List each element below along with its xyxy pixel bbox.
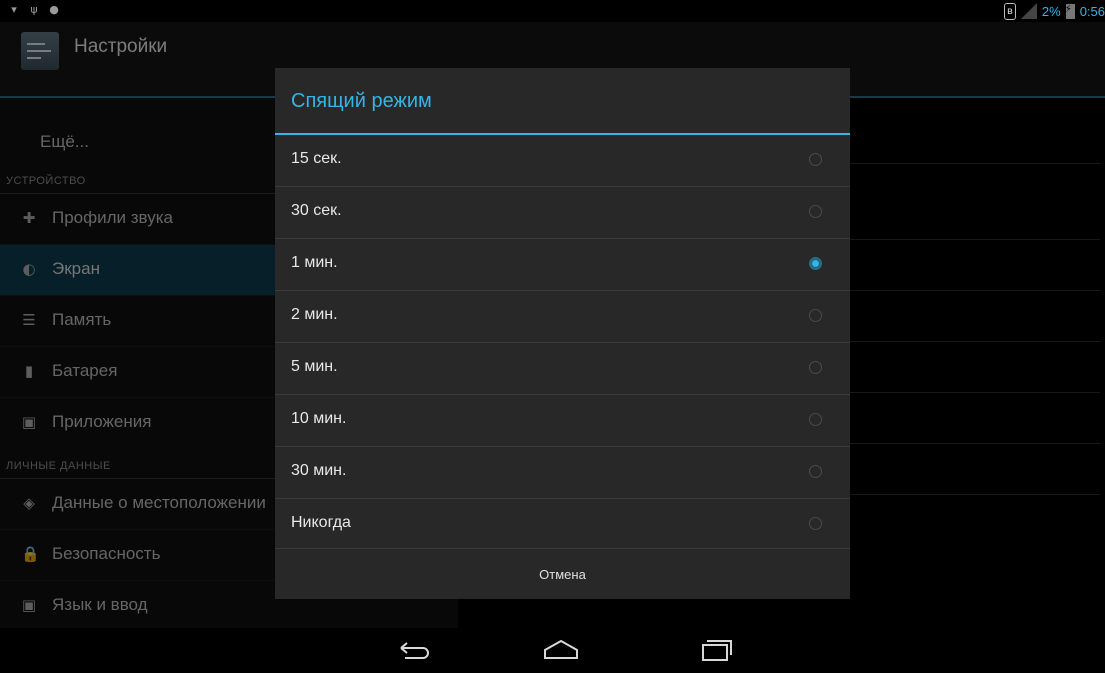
radio-button[interactable]: [809, 361, 822, 374]
dialog-title: Спящий режим: [291, 90, 432, 112]
sleep-option[interactable]: 1 мин.: [275, 239, 850, 291]
radio-button[interactable]: [809, 413, 822, 426]
sleep-option[interactable]: 30 мин.: [275, 447, 850, 499]
sleep-option[interactable]: Никогда: [275, 499, 850, 550]
bluetooth-icon: ʙ: [1003, 2, 1016, 20]
battery-charging-icon: [1065, 3, 1075, 19]
sleep-option[interactable]: 10 мин.: [275, 395, 850, 447]
recent-apps-icon[interactable]: [697, 638, 737, 662]
option-label: 15 сек.: [291, 150, 342, 167]
status-bar: ▾ ψ ● ʙ 2% 0:56: [0, 0, 1105, 22]
usb-icon: ψ: [30, 3, 38, 16]
option-label: 10 мин.: [291, 410, 347, 427]
radio-button[interactable]: [809, 309, 822, 322]
radio-button[interactable]: [809, 465, 822, 478]
battery-percent: 2%: [1041, 3, 1061, 19]
option-label: 1 мин.: [291, 254, 338, 271]
sleep-option[interactable]: 2 мин.: [275, 291, 850, 343]
option-label: 5 мин.: [291, 358, 338, 375]
signal-icon: [1020, 3, 1037, 19]
sleep-mode-dialog: Спящий режим 15 сек. 30 сек. 1 мин. 2 ми…: [275, 68, 850, 599]
sleep-option[interactable]: 15 сек.: [275, 135, 850, 187]
radio-button[interactable]: [809, 517, 822, 530]
clock: 0:56: [1079, 3, 1105, 19]
option-label: 30 мин.: [291, 462, 347, 479]
option-label: 2 мин.: [291, 306, 338, 323]
option-label: 30 сек.: [291, 202, 342, 219]
radio-button-checked[interactable]: [809, 257, 822, 270]
status-right: ʙ 2% 0:56: [1003, 2, 1105, 20]
sleep-option[interactable]: 5 мин.: [275, 343, 850, 395]
back-icon[interactable]: [395, 638, 435, 662]
wifi-icon: ▾: [11, 3, 17, 16]
cancel-button[interactable]: Отмена: [275, 548, 850, 600]
status-left: ▾ ψ ●: [8, 3, 60, 17]
android-debug-icon: ●: [49, 3, 59, 16]
radio-button[interactable]: [809, 205, 822, 218]
option-label: Никогда: [291, 514, 351, 531]
radio-button[interactable]: [809, 153, 822, 166]
home-icon[interactable]: [541, 638, 581, 662]
sleep-option[interactable]: 30 сек.: [275, 187, 850, 239]
navigation-bar: [0, 628, 1105, 673]
